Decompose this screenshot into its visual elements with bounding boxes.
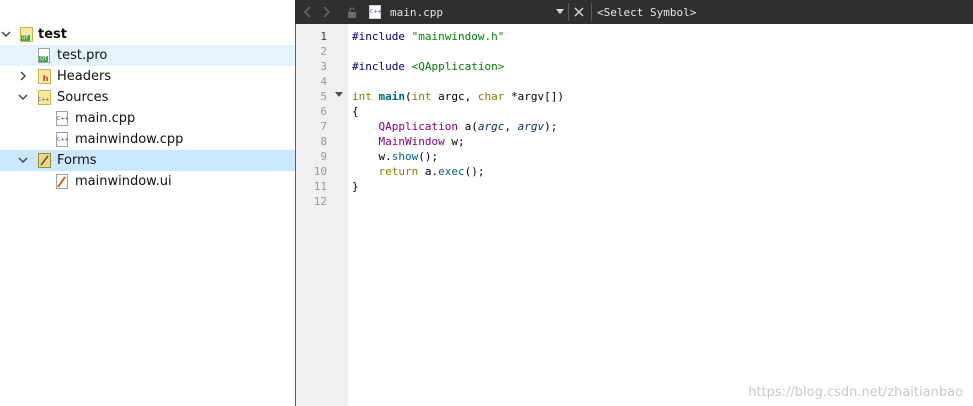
code-line[interactable]: } (352, 179, 359, 194)
code-line[interactable]: MainWindow w; (352, 134, 465, 149)
tree-item-label: main.cpp (75, 111, 136, 126)
line-number: 2 (320, 45, 327, 58)
line-number: 7 (320, 120, 327, 133)
chevron-right-icon[interactable] (17, 70, 29, 82)
line-number: 6 (320, 105, 327, 118)
code-line[interactable]: #include "mainwindow.h" (352, 29, 504, 44)
line-number: 1 (320, 30, 327, 43)
ui-file-icon (55, 173, 69, 189)
project-panel: QT test QT test.pro h Headers C++ Source… (0, 0, 295, 406)
lock-icon[interactable] (345, 3, 359, 21)
chevron-down-icon[interactable] (17, 91, 29, 103)
chevron-down-icon[interactable] (0, 28, 12, 40)
code-line[interactable]: return a.exec(); (352, 164, 485, 179)
tree-item-test[interactable]: QT test (0, 24, 295, 45)
qt-project-icon: QT (19, 26, 33, 42)
tree-item-label: test (38, 27, 67, 42)
code-line[interactable]: w.show(); (352, 149, 439, 164)
watermark-text: https://blog.csdn.net/zhaitianbao (748, 385, 963, 400)
close-file-icon[interactable] (572, 3, 586, 21)
line-number: 10 (313, 165, 327, 178)
project-tree: QT test QT test.pro h Headers C++ Source… (0, 24, 295, 192)
tree-item-forms[interactable]: Forms (0, 150, 295, 171)
source-folder-icon: C++ (37, 89, 51, 105)
tree-item-main-cpp[interactable]: C++ main.cpp (0, 108, 295, 129)
line-number: 12 (313, 195, 327, 208)
tree-item-headers[interactable]: h Headers (0, 66, 295, 87)
code-line[interactable]: #include <QApplication> (352, 59, 504, 74)
tree-item-label: Headers (57, 69, 112, 84)
line-number: 9 (320, 150, 327, 163)
cpp-file-icon: C++ (55, 110, 69, 126)
fold-marker-icon[interactable] (335, 91, 343, 100)
line-number-gutter: 1 2 3 4 5 6 7 8 9 10 11 12 (296, 24, 348, 406)
code-line[interactable]: int main(int argc, char *argv[]) (352, 89, 564, 104)
cpp-file-icon: C++ (55, 131, 69, 147)
tree-item-sources[interactable]: C++ Sources (0, 87, 295, 108)
tree-item-mainwindow-ui[interactable]: mainwindow.ui (0, 171, 295, 192)
pro-file-icon: QT (37, 47, 51, 63)
tree-item-test-pro[interactable]: QT test.pro (0, 45, 295, 66)
cpp-file-icon: C++ (367, 3, 383, 21)
code-line[interactable]: { (352, 104, 359, 119)
code-line[interactable]: QApplication a(argc, argv); (352, 119, 558, 134)
tree-item-label: mainwindow.ui (75, 174, 172, 189)
line-number: 11 (313, 180, 327, 193)
back-arrow-icon[interactable] (300, 3, 314, 21)
line-number: 4 (320, 75, 327, 88)
line-number: 8 (320, 135, 327, 148)
forms-folder-icon (37, 152, 51, 168)
header-folder-icon: h (37, 68, 51, 84)
line-number: 3 (320, 60, 327, 73)
chevron-down-icon[interactable] (17, 154, 29, 166)
tree-item-label: Forms (57, 153, 97, 168)
forward-arrow-icon[interactable] (320, 3, 334, 21)
line-number: 5 (320, 90, 327, 103)
tree-item-label: Sources (57, 90, 109, 105)
tree-item-mainwindow-cpp[interactable]: C++ mainwindow.cpp (0, 129, 295, 150)
file-tab-label[interactable]: main.cpp (390, 3, 443, 21)
tree-item-label: test.pro (57, 48, 108, 63)
tree-item-label: mainwindow.cpp (75, 132, 184, 147)
select-symbol-dropdown[interactable]: <Select Symbol> (597, 3, 696, 21)
file-dropdown-chevron-icon[interactable] (554, 3, 566, 21)
